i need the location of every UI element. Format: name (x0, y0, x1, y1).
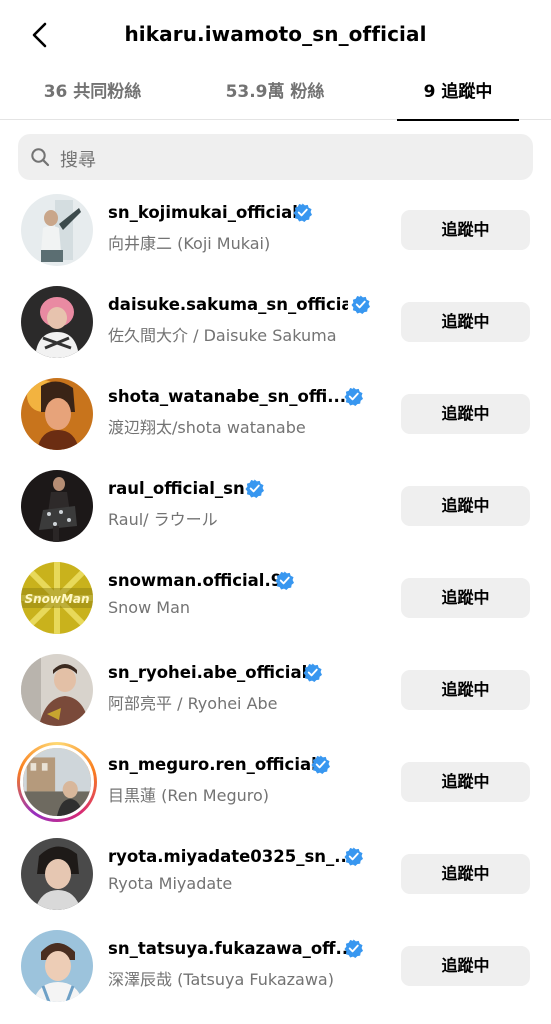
avatar[interactable] (21, 838, 93, 910)
verified-badge-icon (344, 387, 363, 406)
full-name: 渡辺翔太/shota watanabe (108, 418, 306, 437)
following-button[interactable]: 追蹤中 (401, 394, 530, 434)
snowman-logo-text: SnowMan (24, 592, 89, 606)
avatar[interactable] (21, 194, 93, 266)
verified-badge-icon (344, 939, 363, 958)
top-bar: hikaru.iwamoto_sn_official (0, 0, 551, 72)
avatar[interactable] (21, 654, 93, 726)
verified-badge-icon (344, 847, 363, 866)
full-name: 阿部亮平 / Ryohei Abe (108, 694, 278, 713)
active-tab-indicator (397, 119, 519, 121)
search-input[interactable]: 搜尋 (18, 134, 533, 180)
following-button[interactable]: 追蹤中 (401, 210, 530, 250)
username[interactable]: sn_tatsuya.fukazawa_off... (108, 939, 348, 958)
list-item[interactable]: sn_meguro.ren_official 目黒蓮 (Ren Meguro) … (0, 736, 551, 828)
tab-following[interactable]: 9 追蹤中 (397, 72, 519, 121)
avatar[interactable]: SnowMan (21, 562, 93, 634)
search-placeholder: 搜尋 (60, 150, 96, 171)
following-button[interactable]: 追蹤中 (401, 854, 530, 894)
tab-bar: 36 共同粉絲 53.9萬 粉絲 9 追蹤中 (0, 72, 551, 121)
avatar[interactable] (21, 378, 93, 450)
tab-followers[interactable]: 53.9萬 粉絲 (200, 72, 350, 120)
list-item[interactable]: raul_official_sn Raul/ ラウール 追蹤中 (0, 460, 551, 552)
list-item[interactable]: ryota.miyadate0325_sn_... Ryota Miyadate… (0, 828, 551, 920)
full-name: 深澤辰哉 (Tatsuya Fukazawa) (108, 970, 334, 989)
avatar[interactable] (21, 286, 93, 358)
page-title: hikaru.iwamoto_sn_official (124, 22, 427, 46)
tab-label: 53.9萬 粉絲 (225, 82, 325, 102)
avatar[interactable] (21, 470, 93, 542)
verified-badge-icon (293, 203, 312, 222)
full-name: 向井康二 (Koji Mukai) (108, 234, 271, 253)
list-item[interactable]: sn_tatsuya.fukazawa_off... 深澤辰哉 (Tatsuya… (0, 920, 551, 1012)
following-button[interactable]: 追蹤中 (401, 578, 530, 618)
following-button[interactable]: 追蹤中 (401, 302, 530, 342)
username[interactable]: snowman.official.9 (108, 571, 282, 590)
avatar (20, 745, 94, 819)
tab-label: 9 追蹤中 (423, 82, 493, 102)
following-button[interactable]: 追蹤中 (401, 670, 530, 710)
following-button[interactable]: 追蹤中 (401, 762, 530, 802)
following-button[interactable]: 追蹤中 (401, 486, 530, 526)
list-item[interactable]: sn_kojimukai_official 向井康二 (Koji Mukai) … (0, 184, 551, 276)
full-name: Ryota Miyadate (108, 874, 233, 893)
username[interactable]: daisuke.sakuma_sn_official (108, 295, 348, 314)
list-item[interactable]: shota_watanabe_sn_offi... 渡辺翔太/shota wat… (0, 368, 551, 460)
username[interactable]: raul_official_sn (108, 479, 245, 498)
username[interactable]: shota_watanabe_sn_offi... (108, 387, 346, 406)
search-icon (31, 148, 50, 167)
list-item[interactable]: sn_ryohei.abe_official 阿部亮平 / Ryohei Abe… (0, 644, 551, 736)
tab-label: 36 共同粉絲 (43, 82, 142, 102)
full-name: 佐久間大介 / Daisuke Sakuma (108, 326, 337, 345)
full-name: Snow Man (108, 598, 191, 617)
verified-badge-icon (311, 755, 330, 774)
list-item[interactable]: daisuke.sakuma_sn_official 佐久間大介 / Daisu… (0, 276, 551, 368)
username[interactable]: sn_ryohei.abe_official (108, 663, 307, 682)
username[interactable]: ryota.miyadate0325_sn_... (108, 847, 348, 866)
tab-mutual-followers[interactable]: 36 共同粉絲 (20, 72, 165, 120)
verified-badge-icon (245, 479, 264, 498)
verified-badge-icon (275, 571, 294, 590)
username[interactable]: sn_kojimukai_official (108, 203, 298, 222)
verified-badge-icon (303, 663, 322, 682)
full-name: 目黒蓮 (Ren Meguro) (108, 786, 270, 805)
list-item[interactable]: SnowMan snowman.official.9 Snow Man 追蹤中 (0, 552, 551, 644)
full-name: Raul/ ラウール (108, 510, 218, 529)
following-button[interactable]: 追蹤中 (401, 946, 530, 986)
verified-badge-icon (351, 295, 370, 314)
avatar[interactable] (21, 930, 93, 1002)
avatar-story-ring[interactable] (17, 742, 97, 822)
username[interactable]: sn_meguro.ren_official (108, 755, 317, 774)
